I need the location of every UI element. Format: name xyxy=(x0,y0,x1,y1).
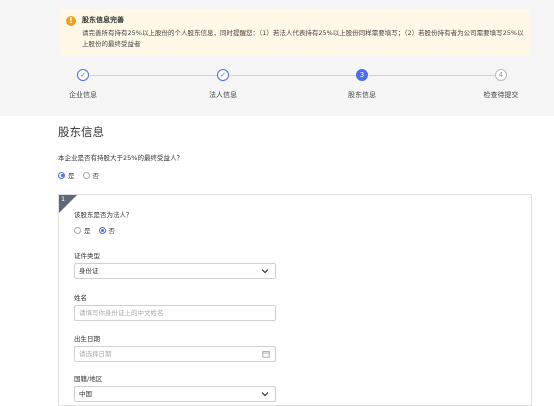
id-type-select[interactable]: 身份证 xyxy=(74,263,276,279)
step-connector xyxy=(90,75,220,76)
step-4-number: 4 xyxy=(495,69,507,81)
legal-person-yes-radio[interactable] xyxy=(74,226,81,234)
name-placeholder: 请填写你身份证上的中文姓名 xyxy=(79,309,164,317)
name-label: 姓名 xyxy=(74,294,87,302)
chevron-down-icon xyxy=(261,269,269,274)
beneficiary-radio-group: 是 否 xyxy=(58,170,107,180)
legal-person-question: 该股东是否为法人？ xyxy=(74,211,133,219)
calendar-icon xyxy=(262,351,270,358)
step-1-check-icon: ✓ xyxy=(77,69,89,81)
id-type-value: 身份证 xyxy=(79,267,99,275)
step-1-label: 企业信息 xyxy=(69,91,97,99)
info-alert: ! 股东信息完善 请完善所有持有25%以上股份的个人股东信息，同时提醒您：（1）… xyxy=(60,9,530,56)
beneficiary-question: 本企业是否有持股大于25%的最终受益人？ xyxy=(58,154,183,162)
step-2-check-icon: ✓ xyxy=(217,69,229,81)
step-connector xyxy=(369,75,495,76)
warning-icon: ! xyxy=(66,16,76,26)
beneficiary-no-label[interactable]: 否 xyxy=(93,170,100,180)
nationality-label: 国籍/地区 xyxy=(74,375,103,383)
birth-date-label: 出生日期 xyxy=(74,335,100,343)
step-2-label: 法人信息 xyxy=(209,91,237,99)
step-3-number: 3 xyxy=(356,69,368,81)
legal-person-yes-label[interactable]: 是 xyxy=(84,225,91,235)
shareholder-card: 1 该股东是否为法人？ 是 否 证件类型 身份证 姓名 请填写你身份证上的中文姓… xyxy=(58,194,532,406)
step-4-label: 检查待提交 xyxy=(483,91,519,99)
nationality-select[interactable]: 中国 xyxy=(74,386,276,402)
step-3-label: 股东信息 xyxy=(348,91,376,99)
card-index-number: 1 xyxy=(61,195,66,203)
beneficiary-yes-label[interactable]: 是 xyxy=(68,170,75,180)
birth-date-placeholder: 请选择日期 xyxy=(79,350,112,358)
legal-person-radio-group: 是 否 xyxy=(74,225,123,235)
legal-person-no-label[interactable]: 否 xyxy=(109,225,116,235)
alert-body: 请完善所有持有25%以上股份的个人股东信息，同时提醒您：（1）若法人代表持有25… xyxy=(82,29,524,48)
progress-steps: ✓ 企业信息 ✓ 法人信息 3 股东信息 4 检查待提交 xyxy=(0,66,554,106)
top-panel: ! 股东信息完善 请完善所有持有25%以上股份的个人股东信息，同时提醒您：（1）… xyxy=(0,0,554,116)
beneficiary-no-radio[interactable] xyxy=(82,171,90,179)
legal-person-no-radio[interactable] xyxy=(98,226,106,234)
alert-title: 股东信息完善 xyxy=(82,16,124,24)
page-title: 股东信息 xyxy=(58,125,104,139)
beneficiary-yes-radio[interactable] xyxy=(58,171,65,179)
step-connector xyxy=(230,75,356,76)
id-type-label: 证件类型 xyxy=(74,252,100,260)
birth-date-picker[interactable]: 请选择日期 xyxy=(74,346,276,362)
name-input[interactable]: 请填写你身份证上的中文姓名 xyxy=(74,305,276,321)
